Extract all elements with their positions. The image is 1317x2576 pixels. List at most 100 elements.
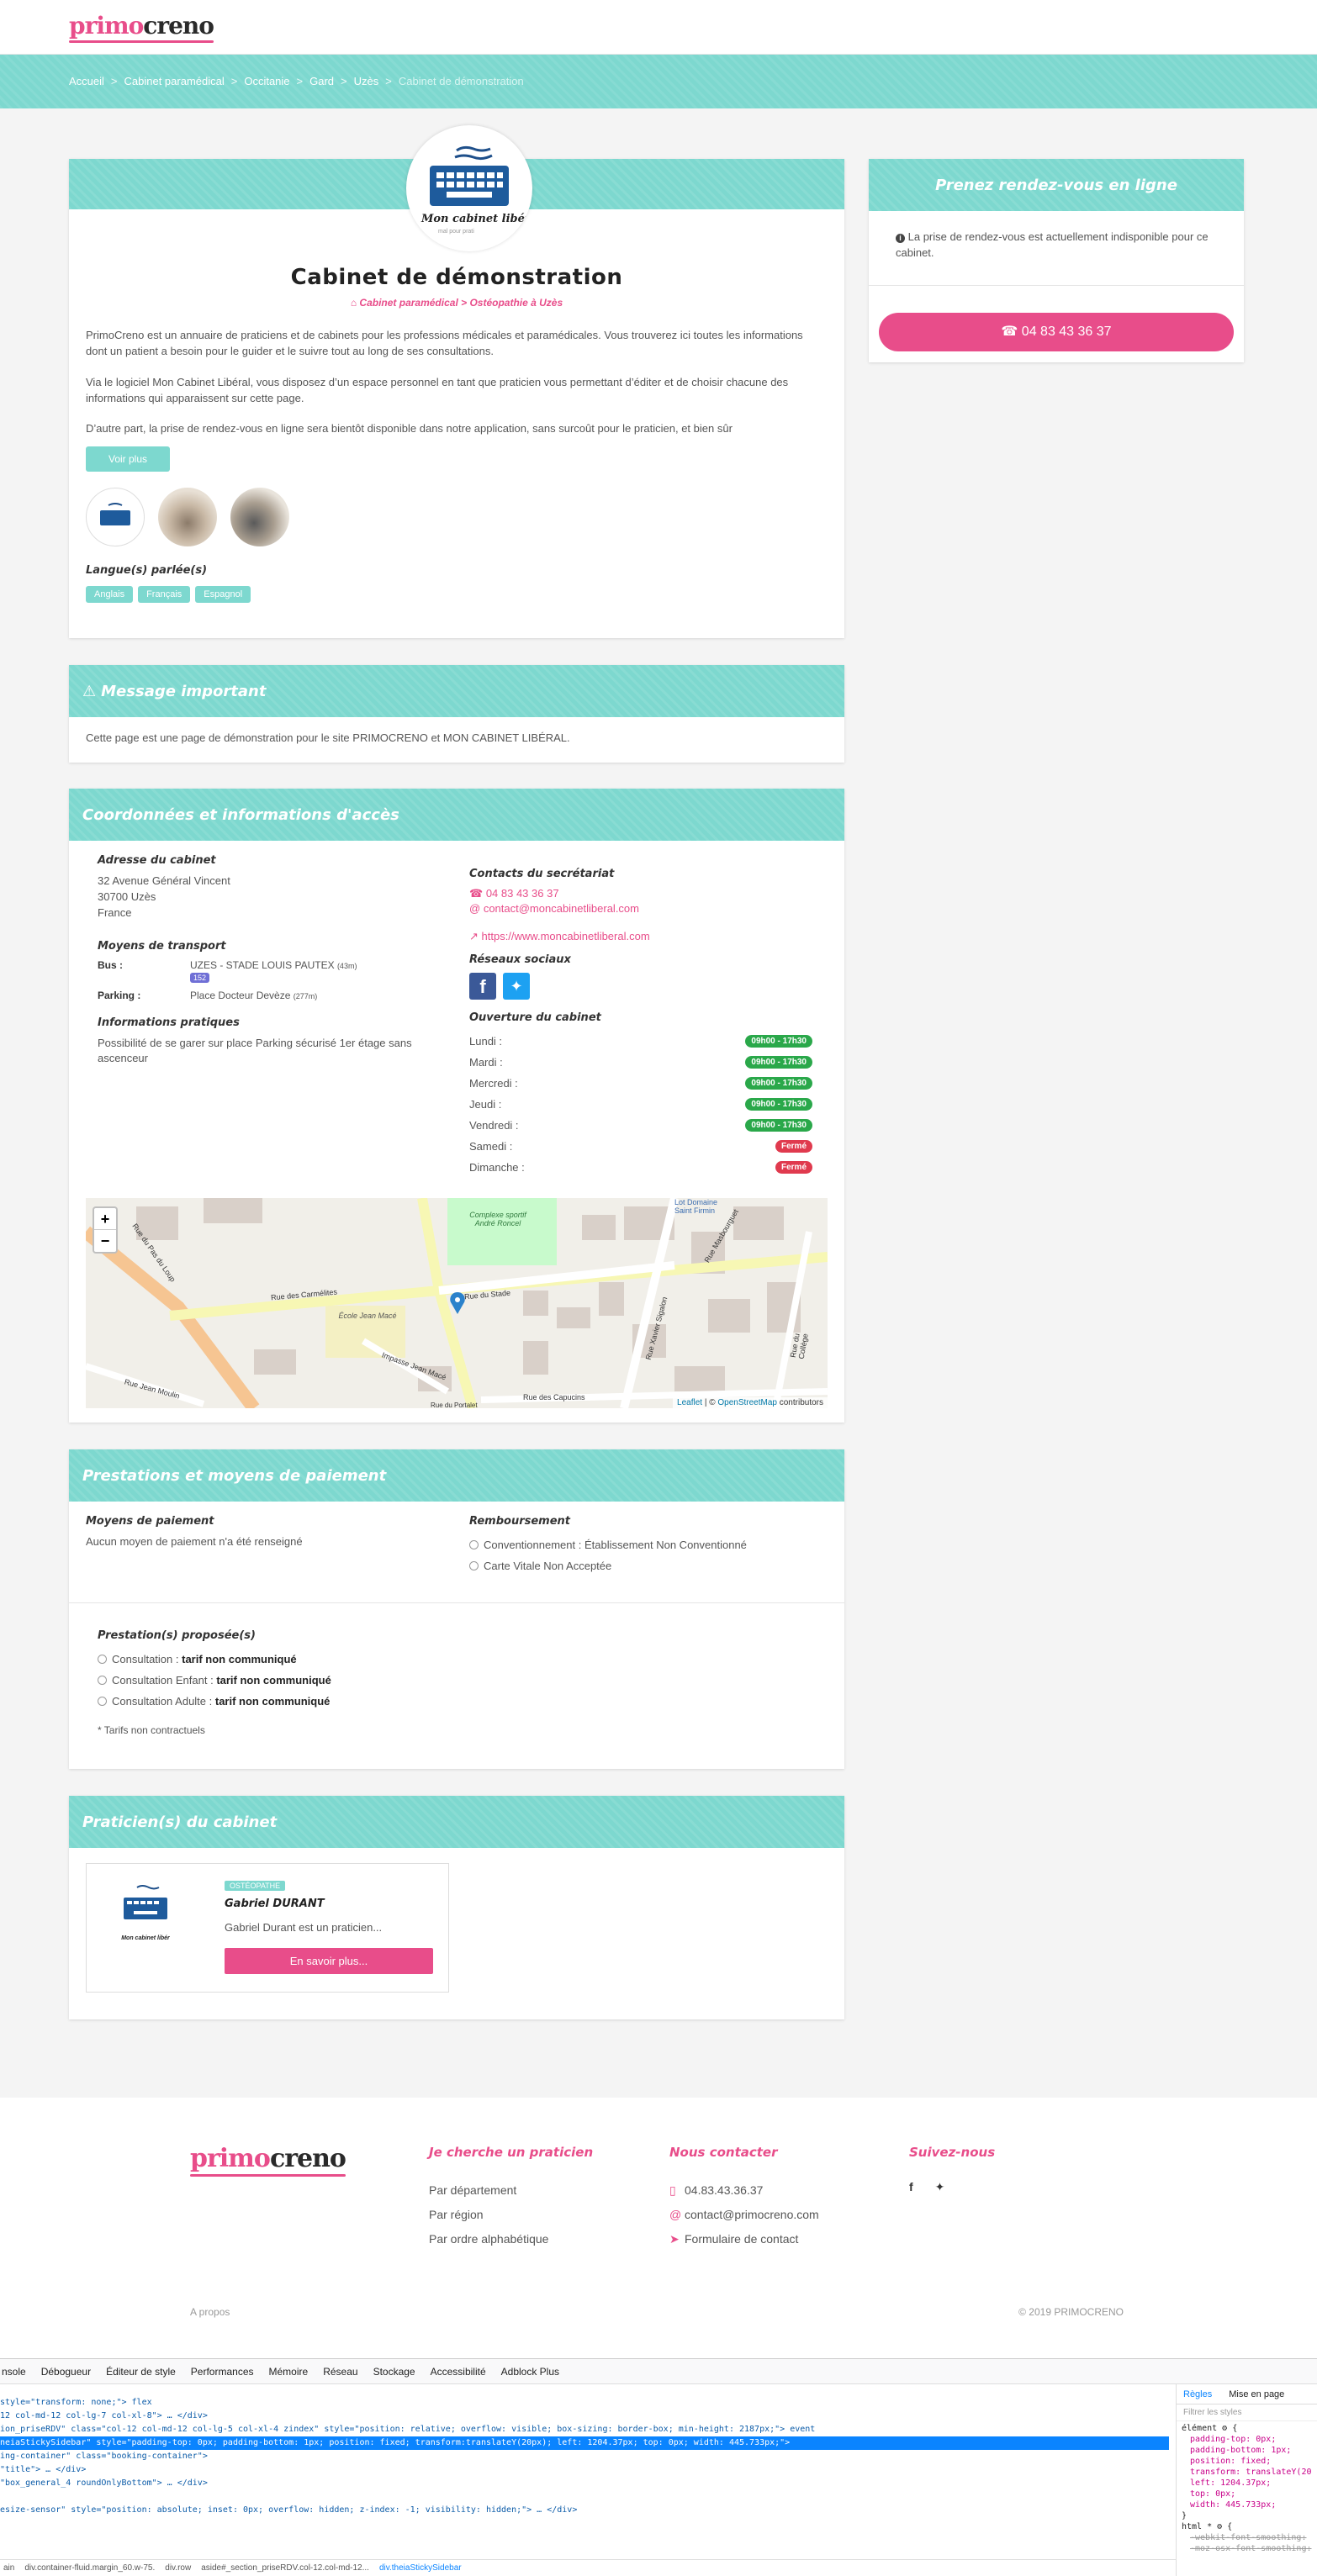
reimbursement-item: Carte Vitale Non Acceptée — [469, 1555, 747, 1576]
payment-text: Aucun moyen de paiement n'a été renseign… — [86, 1535, 303, 1548]
hours-list: Lundi : 09h00 - 17h30 Mardi : 09h00 - 17h30… — [469, 1031, 812, 1178]
leaflet-link[interactable]: Leaflet — [677, 1398, 702, 1407]
practitioner-card[interactable]: Mon cabinet libér OSTÉOPATHE Gabriel DUR… — [86, 1863, 449, 1993]
map-label: Rue des Capucins — [523, 1393, 585, 1401]
transport-title: Moyens de transport — [98, 939, 226, 953]
call-button[interactable]: ☎ 04 83 43 36 37 — [879, 313, 1234, 351]
about-link[interactable]: A propos — [190, 2306, 230, 2318]
footer-logo[interactable]: primocreno — [190, 2144, 346, 2177]
footer-col-title: Je cherche un praticien — [429, 2145, 594, 2160]
email-link[interactable]: @ contact@moncabinetliberal.com — [469, 902, 812, 915]
practitioner-name[interactable]: Gabriel DURANT — [225, 1898, 325, 1910]
contacts-title: Contacts du secrétariat — [469, 868, 615, 880]
parking-distance: (277m) — [293, 991, 318, 1000]
twitter-icon[interactable]: ✦ — [503, 973, 530, 1000]
css-rule-line[interactable]: } — [1182, 2510, 1312, 2521]
devtools-rules-tab[interactable]: Règles — [1183, 2389, 1212, 2399]
dom-node-line[interactable]: ion_priseRDV" class="col-12 col-md-12 co… — [0, 2423, 1169, 2436]
osm-link[interactable]: OpenStreetMap — [717, 1398, 777, 1407]
breadcrumb-item[interactable]: Accueil — [69, 75, 104, 87]
gallery-thumb[interactable] — [230, 488, 289, 546]
devtools-tab[interactable]: Performances — [191, 2366, 254, 2378]
practitioner-desc: Gabriel Durant est un praticien... — [225, 1921, 383, 1934]
breadcrumb-item[interactable]: Uzès — [354, 75, 379, 87]
footer-col-title: Nous contacter — [669, 2145, 778, 2160]
service-item: Consultation : tarif non communiqué — [98, 1649, 331, 1670]
practitioners-card: Praticien(s) du cabinet Mon cabinet libé… — [69, 1796, 844, 2019]
dom-node-line[interactable]: neiaStickySidebar" style="padding-top: 0… — [0, 2436, 1169, 2450]
facebook-icon[interactable]: f — [909, 2180, 913, 2194]
footer-email[interactable]: @ contact@primocreno.com — [669, 2203, 819, 2227]
hours-row: Mercredi : 09h00 - 17h30 — [469, 1073, 812, 1094]
devtools-tab[interactable]: Accessibilité — [431, 2366, 486, 2378]
zoom-in-button[interactable]: + — [94, 1208, 116, 1230]
coords-title: Coordonnées et informations d'accès — [82, 805, 399, 824]
dom-path-item[interactable]: ain — [3, 2563, 14, 2573]
devtools-tab[interactable]: Débogueur — [41, 2366, 91, 2378]
dom-node-line[interactable]: esize-sensor" style="position: absolute;… — [0, 2504, 1169, 2517]
dom-node-line[interactable]: 12 col-md-12 col-lg-7 col-xl-8"> … </div… — [0, 2410, 1169, 2423]
map-marker[interactable] — [450, 1292, 465, 1314]
css-rule-line[interactable]: -moz-osx-font-smoothing: — [1182, 2543, 1312, 2554]
facebook-icon[interactable]: f — [469, 973, 496, 1000]
css-rule-line[interactable]: position: fixed; — [1182, 2456, 1312, 2467]
css-rule-line[interactable]: left: 1204.37px; — [1182, 2478, 1312, 2489]
website-link[interactable]: ↗ https://www.moncabinetliberal.com — [469, 930, 812, 943]
css-rule-line[interactable]: -webkit-font-smoothing: — [1182, 2532, 1312, 2543]
devtools-tab[interactable]: Stockage — [373, 2366, 415, 2378]
twitter-icon[interactable]: ✦ — [935, 2180, 945, 2194]
bus-label: Bus : — [98, 958, 123, 971]
css-rule-line[interactable]: transform: translateY(20px); — [1182, 2467, 1312, 2478]
css-rule-line[interactable]: padding-top: 0px; — [1182, 2434, 1312, 2445]
footer-link[interactable]: Par région — [429, 2203, 593, 2227]
message-title: Message important — [101, 682, 267, 700]
footer: primocreno Je cherche un praticien Par d… — [0, 2098, 1317, 2362]
devtools-tab[interactable]: Éditeur de style — [106, 2366, 176, 2378]
dom-path-item[interactable]: div.container-fluid.margin_60.w-75. — [24, 2563, 155, 2573]
devtools-tab[interactable]: Réseau — [323, 2366, 357, 2378]
map[interactable]: Rue du Stade Rue des Carmélites Impasse … — [86, 1198, 828, 1408]
dom-node-line[interactable] — [0, 2490, 1169, 2504]
dom-path-item[interactable]: div.row — [165, 2563, 191, 2573]
hours-title: Ouverture du cabinet — [469, 1011, 601, 1024]
devtools-tab[interactable]: nsole — [2, 2366, 26, 2378]
dom-path-item[interactable]: div.theiaStickySidebar — [379, 2563, 462, 2573]
site-logo[interactable]: primocreno — [69, 12, 214, 43]
specialty-badge: OSTÉOPATHE — [225, 1881, 286, 1891]
bus-line-badge: 152 — [190, 972, 210, 983]
footer-contact-form[interactable]: ➤ Formulaire de contact — [669, 2227, 819, 2251]
devtools-tab[interactable]: Mémoire — [269, 2366, 309, 2378]
map-place: Lot Domaine Saint Firmin — [674, 1198, 718, 1215]
css-rule-line[interactable]: top: 0px; — [1182, 2489, 1312, 2499]
dom-node-line[interactable]: ing-container" class="booking-container"… — [0, 2450, 1169, 2463]
gallery-thumb[interactable] — [86, 488, 145, 546]
cabinet-category[interactable]: ⌂ Cabinet paramédical > Ostéopathie à Uz… — [69, 297, 844, 309]
learn-more-button[interactable]: En savoir plus... — [225, 1948, 433, 1974]
css-rule-line[interactable]: élément ⚙ { — [1182, 2423, 1312, 2434]
styles-filter[interactable]: Filtrer les styles — [1177, 2404, 1317, 2421]
external-link-icon: ↗ — [469, 930, 482, 942]
gallery-thumb[interactable] — [158, 488, 217, 546]
css-rule-line[interactable]: padding-bottom: 1px; — [1182, 2445, 1312, 2456]
dom-node-line[interactable]: "title"> … </div> — [0, 2463, 1169, 2477]
address-line: 32 Avenue Général Vincent — [98, 874, 230, 887]
devtools-panel: nsole Débogueur Éditeur de style Performanc… — [0, 2358, 1317, 2576]
breadcrumb-item[interactable]: Cabinet paramédical — [124, 75, 225, 87]
breadcrumb-item[interactable]: Gard — [309, 75, 334, 87]
breadcrumb-item[interactable]: Occitanie — [244, 75, 289, 87]
practical-info-text: Possibilité de se garer sur place Parkin… — [98, 1036, 412, 1065]
footer-link[interactable]: Par ordre alphabétique — [429, 2227, 593, 2251]
zoom-out-button[interactable]: − — [94, 1230, 116, 1252]
dom-path-item[interactable]: aside#_section_priseRDV.col-12.col-md-12… — [201, 2563, 369, 2573]
css-rule-line[interactable]: html * ⚙ { — [1182, 2521, 1312, 2532]
css-rule-line[interactable]: width: 445.733px; — [1182, 2499, 1312, 2510]
phone-link[interactable]: ☎ 04 83 43 36 37 — [469, 887, 812, 900]
dom-node-line[interactable]: "box_general_4 roundOnlyBottom"> … </div… — [0, 2477, 1169, 2490]
address-line: 30700 Uzès — [98, 889, 156, 903]
dom-node-line[interactable]: style="transform: none;"> flex — [0, 2396, 1169, 2410]
see-more-button[interactable]: Voir plus — [86, 446, 170, 472]
footer-link[interactable]: Par département — [429, 2178, 593, 2203]
devtools-layout-tab[interactable]: Mise en page — [1229, 2389, 1284, 2399]
devtools-tab[interactable]: Adblock Plus — [501, 2366, 559, 2378]
footer-phone[interactable]: ▯ 04.83.43.36.37 — [669, 2178, 819, 2203]
